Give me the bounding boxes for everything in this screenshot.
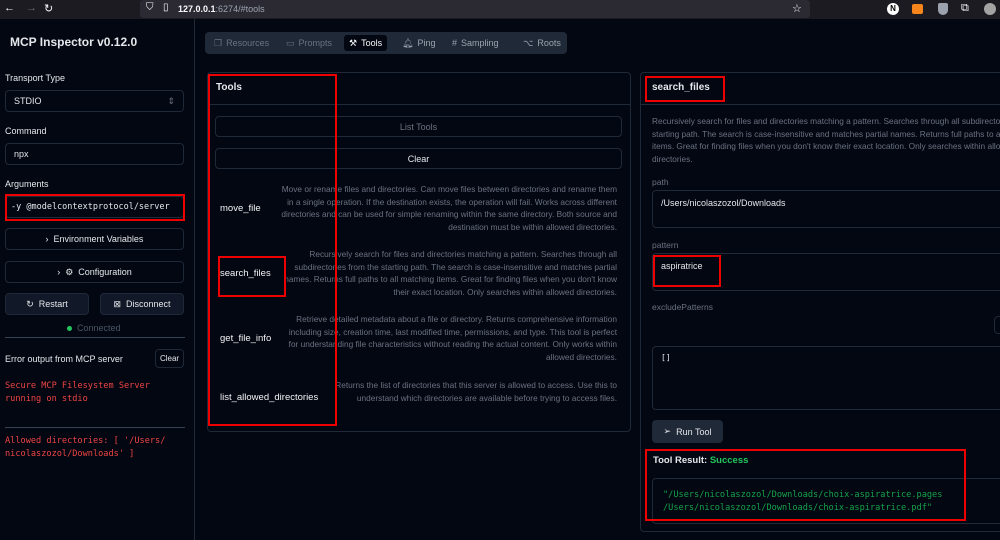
status-text: Connected xyxy=(77,323,121,333)
sidebar: MCP Inspector v0.12.0 Transport Type STD… xyxy=(0,19,195,540)
transport-select[interactable]: STDIO ⇕ xyxy=(5,90,184,112)
divider xyxy=(641,104,1000,105)
detail-description: Recursively search for files and directo… xyxy=(652,116,1000,164)
annotation-highlight xyxy=(645,449,966,521)
back-icon[interactable]: ← xyxy=(4,2,15,14)
restart-icon: ↻ xyxy=(26,298,34,309)
tab-ping[interactable]: 🔔︎ Ping xyxy=(397,35,440,51)
tab-label: Ping xyxy=(417,38,436,48)
command-label: Command xyxy=(5,126,47,136)
tab-label: Sampling xyxy=(461,38,499,48)
environment-variables-button[interactable]: › Environment Variables xyxy=(5,228,184,250)
unplug-icon: ⊠ xyxy=(113,298,121,309)
gear-icon: ⚙ xyxy=(65,266,74,277)
path-input[interactable]: /Users/nicolaszozol/Downloads xyxy=(652,190,1000,228)
divider xyxy=(5,337,185,338)
divider xyxy=(5,427,185,428)
run-tool-label: Run Tool xyxy=(676,426,712,437)
chevron-right-icon: › xyxy=(45,234,49,244)
restart-label: Restart xyxy=(38,299,68,309)
shield-extension-icon[interactable] xyxy=(938,3,948,15)
files-icon: ❐ xyxy=(214,37,223,48)
app-title: MCP Inspector v0.12.0 xyxy=(10,35,138,49)
page-icon: ▯ xyxy=(163,2,169,13)
error-line: Secure MCP Filesystem Server running on … xyxy=(5,381,150,404)
message-icon: ▭ xyxy=(286,37,295,48)
tab-label: Roots xyxy=(537,38,561,48)
chevron-right-icon: › xyxy=(57,267,61,277)
error-line: Allowed directories: [ '/Users/ nicolasz… xyxy=(5,436,166,459)
url-host: 127.0.0.1 xyxy=(178,4,216,14)
reload-icon[interactable]: ↻ xyxy=(44,2,53,15)
tab-sampling[interactable]: # Sampling xyxy=(447,35,504,51)
extensions-icon[interactable]: ⧉ xyxy=(961,2,969,15)
tab-prompts[interactable]: ▭ Prompts xyxy=(281,35,337,51)
hammer-icon: ⚒ xyxy=(349,37,358,48)
bell-icon: 🔔︎ xyxy=(402,37,414,48)
arguments-label: Arguments xyxy=(5,179,49,189)
tab-resources[interactable]: ❐ Resources xyxy=(209,35,274,51)
annotation-highlight xyxy=(653,255,721,287)
annotation-highlight xyxy=(645,76,725,102)
transport-value: STDIO xyxy=(14,96,42,106)
disconnect-label: Disconnect xyxy=(126,299,171,309)
tab-roots[interactable]: ⌥ Roots xyxy=(518,35,566,51)
star-icon[interactable]: ☆ xyxy=(792,2,802,15)
connection-status: Connected xyxy=(67,323,121,333)
shield-icon[interactable]: ⛉ xyxy=(146,2,154,13)
transport-label: Transport Type xyxy=(5,73,66,83)
annotation-highlight xyxy=(218,256,286,297)
forward-icon[interactable]: → xyxy=(26,2,37,14)
hash-icon: # xyxy=(452,38,458,48)
exclude-patterns-label: excludePatterns xyxy=(652,302,713,312)
env-label: Environment Variables xyxy=(53,234,144,244)
tool-description: Returns the list of directories that thi… xyxy=(335,380,617,403)
clear-errors-button[interactable]: Clear xyxy=(155,349,184,368)
restart-button[interactable]: ↻ Restart xyxy=(5,293,89,315)
status-dot-icon xyxy=(67,325,72,331)
metamask-fox-icon[interactable] xyxy=(912,4,923,14)
chevron-updown-icon: ⇕ xyxy=(167,95,175,106)
tree-icon: ⌥ xyxy=(523,37,534,48)
tab-bar: ❐ Resources ▭ Prompts ⚒ Tools 🔔︎ Ping # Sampl… xyxy=(205,32,567,54)
annotation-highlight xyxy=(5,194,185,221)
tab-label: Resources xyxy=(226,38,270,48)
url-path: :6274/#tools xyxy=(215,4,265,14)
url-text[interactable]: 127.0.0.1:6274/#tools xyxy=(178,4,265,14)
disconnect-button[interactable]: ⊠ Disconnect xyxy=(100,293,184,315)
run-tool-button[interactable]: ➢ Run Tool xyxy=(652,420,723,443)
annotation-highlight xyxy=(208,74,337,426)
config-label: Configuration xyxy=(78,267,132,277)
path-label: path xyxy=(652,177,669,187)
configuration-button[interactable]: › ⚙ Configuration xyxy=(5,261,184,283)
exclude-patterns-input[interactable]: [] xyxy=(652,346,1000,410)
pattern-label: pattern xyxy=(652,240,679,250)
n-extension-icon[interactable]: N xyxy=(887,3,899,15)
command-input[interactable]: npx xyxy=(5,143,184,165)
tab-tools[interactable]: ⚒ Tools xyxy=(344,35,388,51)
send-icon: ➢ xyxy=(663,426,672,436)
tab-label: Prompts xyxy=(298,38,333,48)
browser-toolbar: ← → ↻ ⛉ ▯ 127.0.0.1:6274/#tools ☆ N ⧉ xyxy=(0,0,1000,19)
error-output-title: Error output from MCP server xyxy=(5,354,123,364)
tab-label: Tools xyxy=(361,38,383,48)
profile-icon[interactable] xyxy=(984,3,996,15)
format-json-button[interactable] xyxy=(994,316,1000,334)
